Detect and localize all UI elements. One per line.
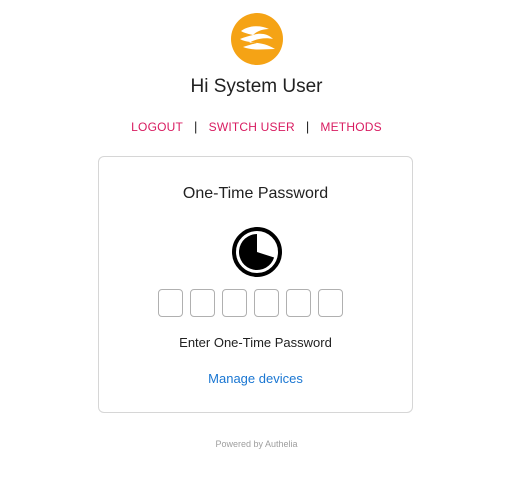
login-page: Hi System User LOGOUT | SWITCH USER | ME… [0, 0, 526, 479]
otp-card: One-Time Password Enter One-Time Passwor… [98, 156, 413, 413]
nav-separator: | [305, 119, 310, 134]
methods-link[interactable]: METHODS [320, 120, 381, 134]
logout-link[interactable]: LOGOUT [131, 120, 183, 134]
nav-separator: | [194, 119, 198, 134]
powered-by-footer: Powered by Authelia [215, 439, 298, 449]
nav-links: LOGOUT | SWITCH USER | METHODS [0, 119, 513, 134]
otp-input-row [158, 289, 343, 317]
otp-digit-input[interactable] [286, 289, 311, 317]
otp-digit-input[interactable] [190, 289, 215, 317]
card-title: One-Time Password [182, 185, 329, 202]
timer-progress-wedge [239, 234, 275, 270]
otp-digit-input[interactable] [158, 289, 183, 317]
manage-devices-link[interactable]: Manage devices [99, 371, 412, 386]
countdown-timer-icon [232, 227, 282, 277]
authelia-logo-icon [231, 13, 283, 65]
switch-user-link[interactable]: SWITCH USER [209, 120, 295, 134]
otp-digit-input[interactable] [254, 289, 279, 317]
otp-input-label: Enter One-Time Password [179, 335, 332, 350]
otp-digit-input[interactable] [318, 289, 343, 317]
otp-digit-input[interactable] [222, 289, 247, 317]
greeting-heading: Hi System User [190, 76, 323, 97]
